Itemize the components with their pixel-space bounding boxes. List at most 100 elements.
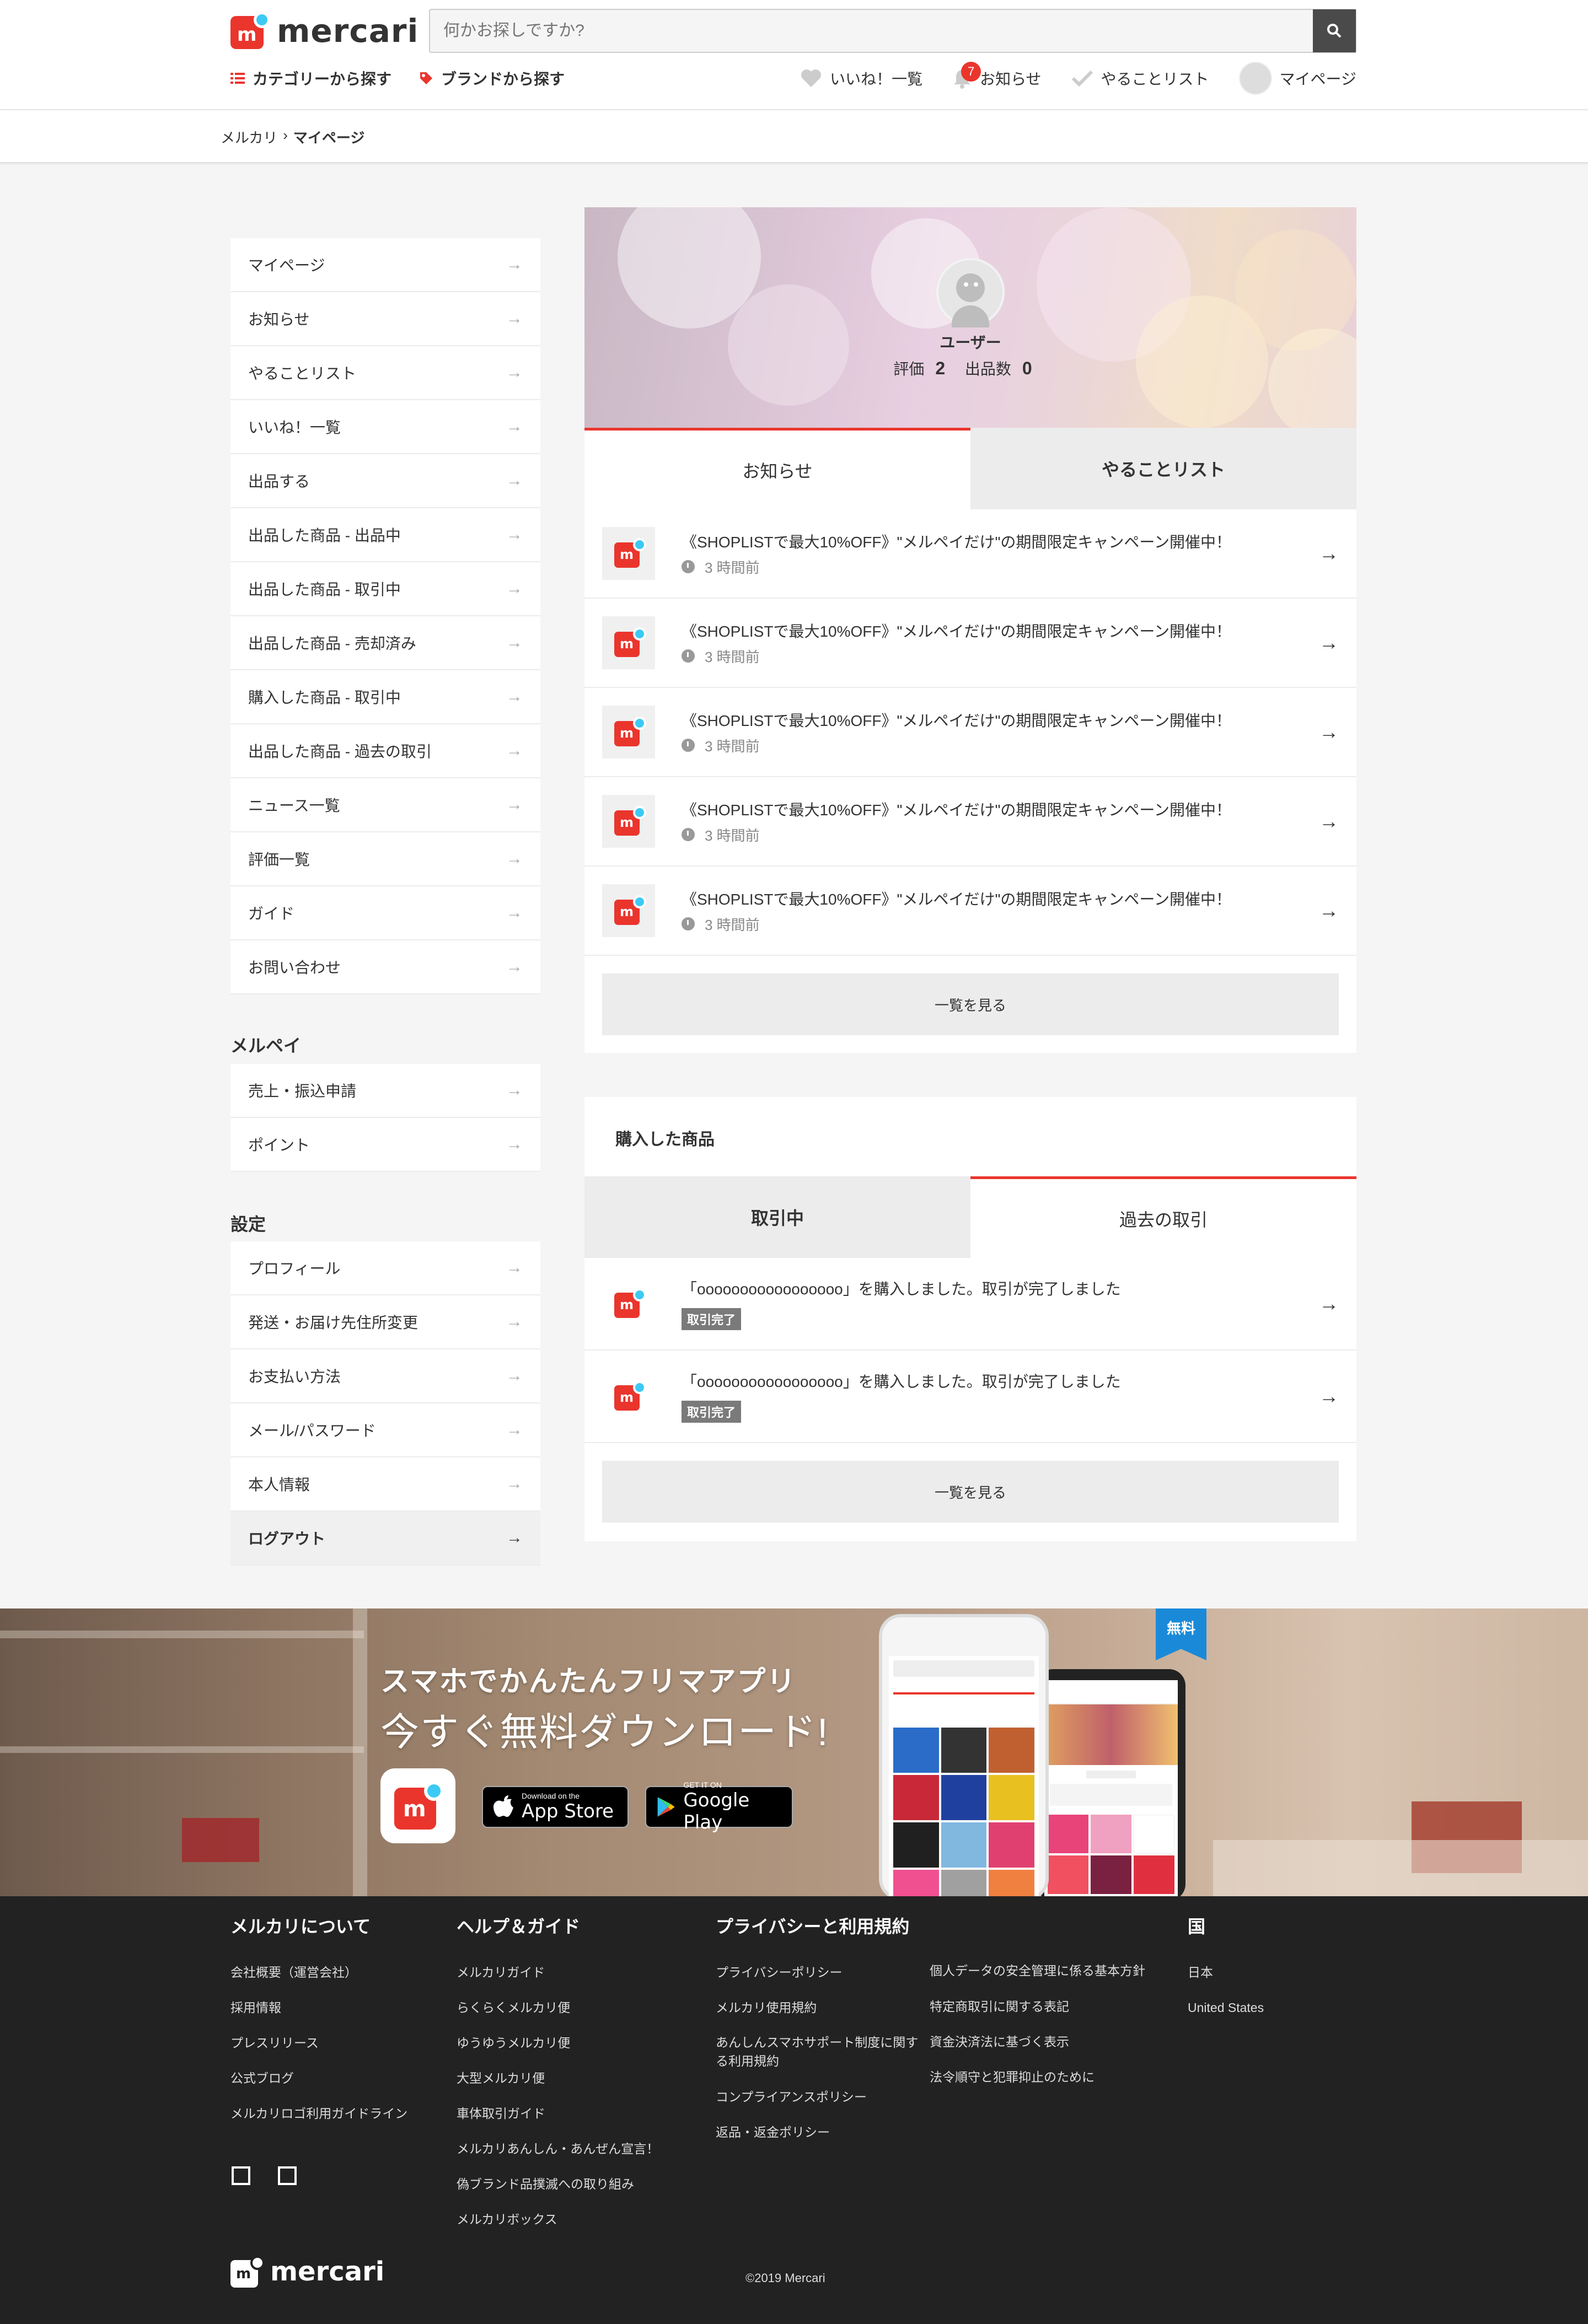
mypage-link[interactable]: マイページ xyxy=(1238,62,1356,95)
arrow-right-icon: → xyxy=(506,849,523,868)
footer-link[interactable]: 資金決済法に基づく表示 xyxy=(930,2024,1150,2059)
footer-link[interactable]: メルカリ使用規約 xyxy=(716,1990,925,2025)
arrow-right-icon: → xyxy=(506,1312,523,1331)
profile-avatar-icon[interactable] xyxy=(936,258,1005,327)
footer-link[interactable]: コンプライアンスポリシー xyxy=(716,2079,925,2115)
footer-privacy-heading: プライバシーと利用規約 xyxy=(716,1917,910,1936)
sidebar-item[interactable]: お問い合わせ → xyxy=(230,940,540,994)
notice-item[interactable]: m 《SHOPLISTで最大10%OFF》"メルペイだけ"の期間限定キャンペーン開… xyxy=(584,688,1356,777)
footer-link[interactable]: らくらくメルカリ便 xyxy=(457,1990,688,2025)
footer-link[interactable]: 車体取引ガイド xyxy=(457,2096,688,2131)
mypage-label: マイページ xyxy=(1279,71,1356,88)
purchased-item[interactable]: m 「ooooooooooooooooo」を購入しました。取引が完了しました 取引完… xyxy=(584,1258,1356,1351)
notice-see-all-button[interactable]: 一覧を見る xyxy=(602,973,1339,1035)
footer-link[interactable]: あんしんスマホサポート制度に関する利用規約 xyxy=(716,2033,925,2070)
likes-link[interactable]: いいね！一覧 xyxy=(800,67,922,89)
footer-link[interactable]: メルカリロゴ利用ガイドライン xyxy=(230,2096,440,2131)
footer-link[interactable]: 日本 xyxy=(1188,1955,1353,1990)
tab-notice[interactable]: お知らせ xyxy=(584,428,970,509)
footer-logo[interactable]: m mercari xyxy=(230,2256,384,2288)
facebook-icon[interactable] xyxy=(232,2166,250,2185)
sidebar-item-label: やることリスト xyxy=(248,365,357,382)
notifications-link[interactable]: 7 お知らせ xyxy=(952,62,1042,89)
app-store-small: Download on the xyxy=(522,1792,580,1800)
sidebar-item-label: メール/パスワード xyxy=(248,1422,376,1439)
sidebar-item[interactable]: いいね！一覧 → xyxy=(230,400,540,454)
mercari-logo[interactable]: m mercari xyxy=(230,10,419,52)
notification-badge: 7 xyxy=(961,62,981,82)
arrow-right-icon: → xyxy=(506,1135,523,1153)
sidebar-item[interactable]: 出品した商品 - 過去の取引 → xyxy=(230,724,540,778)
sidebar-item[interactable]: ガイド → xyxy=(230,886,540,940)
sidebar-item[interactable]: 出品した商品 - 取引中 → xyxy=(230,562,540,616)
footer-link[interactable]: 法令順守と犯罪抑止のために xyxy=(930,2059,1150,2095)
footer-help-heading: ヘルプ＆ガイド xyxy=(457,1917,581,1936)
purchased-item[interactable]: m 「ooooooooooooooooo」を購入しました。取引が完了しました 取引完… xyxy=(584,1351,1356,1443)
purchased-see-all-button[interactable]: 一覧を見る xyxy=(602,1461,1339,1523)
notice-item[interactable]: m 《SHOPLISTで最大10%OFF》"メルペイだけ"の期間限定キャンペーン開… xyxy=(584,777,1356,867)
brand-link[interactable]: ブランドから探す xyxy=(419,67,565,89)
footer-link[interactable]: 偽ブランド品撲滅への取り組み xyxy=(457,2166,688,2202)
google-play-large: Google Play xyxy=(683,1789,750,1833)
footer-link[interactable]: 個人データの安全管理に係る基本方針 xyxy=(930,1961,1150,1980)
footer-link[interactable]: 会社概要（運営会社） xyxy=(230,1955,440,1990)
sidebar-item[interactable]: マイページ → xyxy=(230,238,540,292)
clock-icon xyxy=(682,917,695,930)
twitter-icon[interactable] xyxy=(278,2166,297,2185)
sidebar-item[interactable]: 購入した商品 - 取引中 → xyxy=(230,670,540,724)
sidebar-item[interactable]: 出品した商品 - 売却済み → xyxy=(230,616,540,670)
footer-link[interactable]: メルカリガイド xyxy=(457,1955,688,1990)
google-play-button[interactable]: GET IT ON Google Play xyxy=(645,1780,793,1833)
tab-past-trades[interactable]: 過去の取引 xyxy=(970,1176,1356,1258)
sidebar-item-label: プロフィール xyxy=(248,1260,341,1277)
sidebar-item[interactable]: お知らせ → xyxy=(230,292,540,346)
footer-link[interactable]: メルカリあんしん・あんぜん宣言！ xyxy=(457,2131,688,2166)
sidebar-item-label: 購入した商品 - 取引中 xyxy=(248,689,401,706)
sidebar-item[interactable]: ニュース一覧 → xyxy=(230,778,540,832)
footer-link[interactable]: 返品・返金ポリシー xyxy=(716,2115,925,2150)
search-button[interactable] xyxy=(1313,9,1356,52)
tab-todo[interactable]: やることリスト xyxy=(970,428,1356,509)
sidebar-item[interactable]: 発送・お届け先住所変更 → xyxy=(230,1295,540,1349)
tab-in-progress[interactable]: 取引中 xyxy=(584,1176,970,1258)
search-input[interactable] xyxy=(430,10,1313,52)
likes-label: いいね！一覧 xyxy=(830,71,923,88)
mercari-app-icon[interactable]: m xyxy=(380,1768,455,1843)
sidebar-item[interactable]: 出品する → xyxy=(230,454,540,508)
google-play-small: GET IT ON xyxy=(683,1780,722,1789)
sidebar-item[interactable]: 本人情報 → xyxy=(230,1457,540,1511)
footer-link[interactable]: 特定商取引に関する表記 xyxy=(930,1989,1150,2024)
sidebar-item[interactable]: メール/パスワード → xyxy=(230,1403,540,1457)
footer-col-privacy-2: 個人データの安全管理に係る基本方針特定商取引に関する表記 資金決済法に基づく表示法… xyxy=(930,1954,1150,2095)
footer-link[interactable]: United States xyxy=(1188,1990,1353,2025)
user-avatar-icon xyxy=(1238,62,1272,95)
breadcrumb-root[interactable]: メルカリ xyxy=(221,127,277,147)
sidebar-item-label: お問い合わせ xyxy=(248,959,341,976)
sidebar-item[interactable]: 出品した商品 - 出品中 → xyxy=(230,508,540,562)
arrow-right-icon: → xyxy=(506,309,523,327)
sidebar-item[interactable]: プロフィール → xyxy=(230,1241,540,1295)
sidebar-item[interactable]: ログアウト → xyxy=(230,1511,540,1566)
arrow-right-icon: → xyxy=(506,1529,523,1547)
footer-link[interactable]: ゆうゆうメルカリ便 xyxy=(457,2025,688,2061)
sidebar-item[interactable]: 評価一覧 → xyxy=(230,832,540,886)
footer-link[interactable]: プレスリリース xyxy=(230,2025,440,2061)
sidebar-item[interactable]: ポイント → xyxy=(230,1118,540,1172)
footer-link[interactable]: プライバシーポリシー xyxy=(716,1955,925,1990)
notice-item[interactable]: m 《SHOPLISTで最大10%OFF》"メルペイだけ"の期間限定キャンペーン開… xyxy=(584,867,1356,956)
footer-link[interactable]: 採用情報 xyxy=(230,1990,440,2025)
notice-item[interactable]: m 《SHOPLISTで最大10%OFF》"メルペイだけ"の期間限定キャンペーン開… xyxy=(584,599,1356,688)
app-store-button[interactable]: Download on the App Store xyxy=(482,1786,629,1828)
mercari-notice-icon: m xyxy=(602,706,655,758)
notice-item[interactable]: m 《SHOPLISTで最大10%OFF》"メルペイだけ"の期間限定キャンペーン開… xyxy=(584,509,1356,599)
sidebar-item[interactable]: 売上・振込申請 → xyxy=(230,1064,540,1118)
footer-link[interactable]: 公式ブログ xyxy=(230,2061,440,2096)
category-link[interactable]: カテゴリーから探す xyxy=(230,67,391,89)
footer-link[interactable]: 大型メルカリ便 xyxy=(457,2061,688,2096)
todo-label: やることリスト xyxy=(1101,71,1209,88)
sidebar-item[interactable]: お支払い方法 → xyxy=(230,1349,540,1403)
footer-link[interactable]: メルカリボックス xyxy=(457,2202,688,2237)
purchased-item-title: 「ooooooooooooooooo」を購入しました。取引が完了しました xyxy=(682,1373,1121,1390)
sidebar-item[interactable]: やることリスト → xyxy=(230,346,540,400)
todo-link[interactable]: やることリスト xyxy=(1071,67,1209,89)
